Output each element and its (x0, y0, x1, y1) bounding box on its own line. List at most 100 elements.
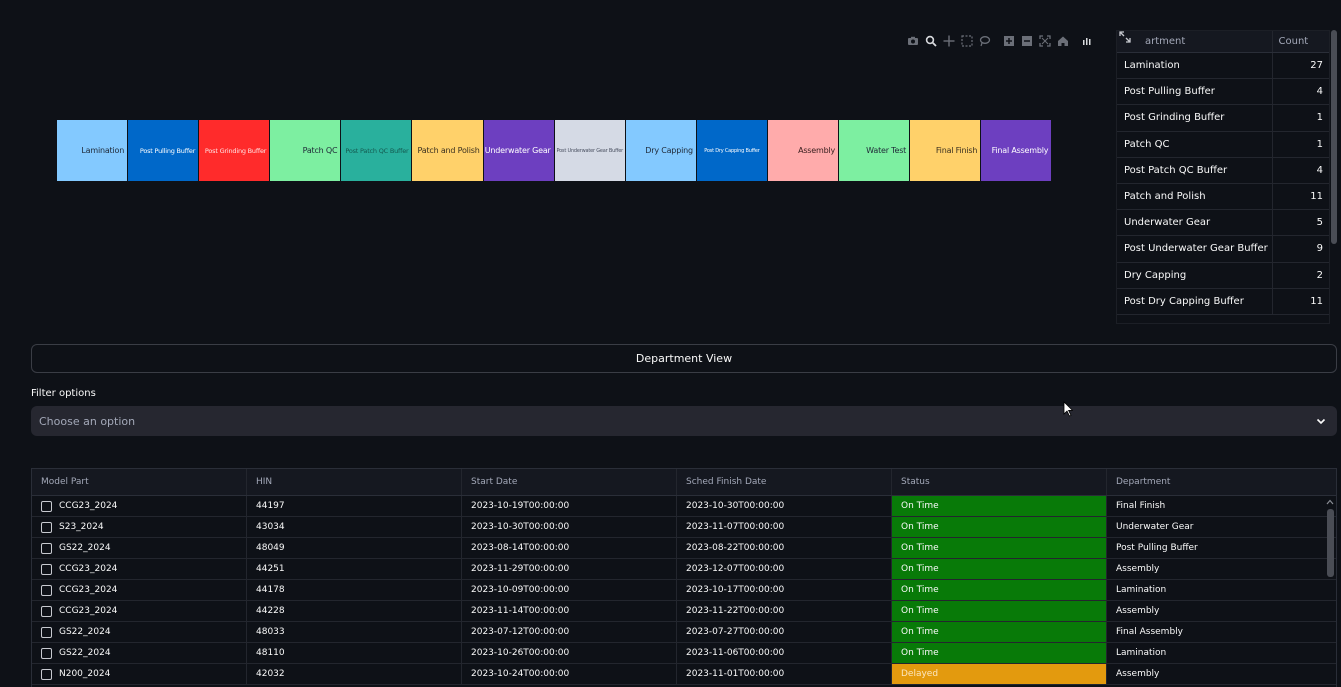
table-row[interactable]: Underwater Gear 5 (1117, 210, 1329, 237)
row-checkbox[interactable] (41, 605, 52, 617)
count-cell: 5 (1316, 217, 1323, 229)
department-cell: Final Assembly (1116, 627, 1183, 637)
status-cell: On Time (892, 601, 1107, 621)
table-row[interactable]: Patch and Polish 11 (1117, 183, 1329, 211)
model-part-cell: S23_2024 (32, 517, 247, 537)
pan-icon[interactable] (940, 33, 958, 49)
table-row[interactable]: Post Pulling Buffer 4 (1117, 79, 1329, 106)
scroll-up-icon[interactable] (1326, 498, 1334, 506)
model-part-text: S23_2024 (59, 522, 104, 532)
department-cell: Patch and Polish (1117, 183, 1273, 210)
treemap-tile[interactable]: Water Test (839, 120, 911, 181)
table-row[interactable]: Post Grinding Buffer 1 (1117, 105, 1329, 132)
row-checkbox[interactable] (41, 500, 52, 512)
hin-cell: 44228 (247, 601, 462, 621)
treemap-tile[interactable]: Post Dry Capping Buffer (696, 120, 768, 181)
treemap-tile[interactable]: Post Patch QC Buffer (341, 120, 413, 181)
table-row[interactable]: Post Dry Capping Buffer 11 (1117, 288, 1329, 315)
department-cell: Lamination (1116, 585, 1167, 595)
start-date-cell: 2023-07-12T00:00:00 (462, 622, 677, 642)
box-select-icon[interactable] (958, 33, 976, 49)
expand-icon[interactable] (1119, 31, 1131, 43)
orders-table: Model Part HIN Start Date Sched Finish Date… (31, 468, 1337, 687)
header-label: Count (1278, 36, 1309, 47)
treemap-tile[interactable]: Post Pulling Buffer (128, 120, 200, 181)
table-row[interactable]: CCG23_2024 44197 2023-10-19T00:00:00 2023-1… (32, 496, 1336, 517)
filter-select[interactable]: Choose an option (31, 406, 1337, 436)
start-date-cell: 2023-11-14T00:00:00 (462, 601, 677, 621)
table-row[interactable]: CCG23_2024 44228 2023-11-14T00:00:00 2023-1… (32, 601, 1336, 622)
treemap-tile[interactable]: Underwater Gear (483, 120, 555, 181)
column-header[interactable]: HIN (247, 469, 462, 495)
header-label: artment (1145, 36, 1186, 47)
table-row[interactable]: S23_2024 43034 2023-10-30T00:00:00 2023-11-… (32, 517, 1336, 538)
department-view-button[interactable]: Department View (31, 344, 1337, 373)
column-header-count[interactable]: Count (1273, 31, 1329, 52)
treemap-tile[interactable]: Patch and Polish (412, 120, 484, 181)
row-checkbox[interactable] (41, 584, 52, 596)
department-cell: Final Finish (1116, 501, 1166, 511)
model-part-text: GS22_2024 (59, 627, 111, 637)
count-cell: 4 (1316, 164, 1323, 176)
column-header-department[interactable]: artment (1117, 31, 1273, 52)
treemap-tile[interactable]: Patch QC (270, 120, 342, 181)
row-checkbox[interactable] (41, 563, 52, 575)
table-row[interactable]: Patch QC 1 (1117, 131, 1329, 158)
count-cell: 2 (1316, 269, 1323, 281)
column-header[interactable]: Start Date (462, 469, 677, 495)
hin-cell: 43034 (247, 517, 462, 537)
treemap-tile[interactable]: Final Assembly (981, 120, 1053, 181)
treemap-tile[interactable]: Post Grinding Buffer (199, 120, 271, 181)
table-row[interactable]: Dry Capping 2 (1117, 262, 1329, 289)
department-cell: Post Pulling Buffer (1117, 79, 1273, 105)
treemap-tile[interactable]: Assembly (767, 120, 840, 181)
column-header[interactable]: Sched Finish Date (677, 469, 892, 495)
row-checkbox[interactable] (41, 521, 52, 533)
table-row[interactable]: CCG23_2024 44251 2023-11-29T00:00:00 2023-1… (32, 559, 1336, 580)
lasso-icon[interactable] (976, 33, 994, 49)
column-header[interactable]: Model Part (32, 469, 247, 495)
treemap-tile[interactable]: Dry Capping (625, 120, 697, 181)
select-placeholder: Choose an option (39, 414, 136, 428)
camera-icon[interactable] (904, 33, 922, 49)
count-cell: 1 (1316, 112, 1323, 124)
zoom-icon[interactable] (922, 33, 940, 49)
table-row[interactable]: N200_2024 42032 2023-10-24T00:00:00 2023-11… (32, 664, 1336, 685)
column-header[interactable]: Department (1107, 469, 1322, 495)
department-cell: Underwater Gear (1116, 522, 1194, 532)
column-header[interactable]: Status (892, 469, 1107, 495)
autoscale-icon[interactable] (1036, 33, 1054, 49)
chevron-down-icon (1316, 418, 1326, 425)
plotly-logo-icon[interactable] (1078, 33, 1096, 49)
model-part-text: CCG23_2024 (59, 564, 118, 574)
row-checkbox[interactable] (41, 626, 52, 638)
table-row[interactable]: CCG23_2024 44178 2023-10-09T00:00:00 2023-1… (32, 580, 1336, 601)
table-row[interactable]: GS22_2024 48033 2023-07-12T00:00:00 2023-07… (32, 622, 1336, 643)
treemap-tile[interactable]: Lamination (57, 120, 129, 181)
table-row[interactable]: GS22_2024 48049 2023-08-14T00:00:00 2023-08… (32, 538, 1336, 559)
row-checkbox[interactable] (41, 668, 52, 680)
department-cell: Post Dry Capping Buffer (1117, 288, 1273, 314)
model-part-cell: GS22_2024 (32, 643, 247, 663)
hin-cell: 44197 (247, 496, 462, 516)
table-row[interactable]: GS22_2024 48110 2023-10-26T00:00:00 2023-11… (32, 643, 1336, 664)
model-part-text: N200_2024 (59, 669, 111, 679)
scrollbar-thumb[interactable] (1327, 509, 1334, 577)
status-cell: On Time (892, 643, 1107, 663)
department-cell: Assembly (1116, 606, 1160, 616)
zoom-out-icon[interactable] (1018, 33, 1036, 49)
scrollbar[interactable] (1331, 30, 1337, 244)
table-row[interactable]: Lamination 27 (1117, 53, 1329, 80)
home-icon[interactable] (1054, 33, 1072, 49)
row-checkbox[interactable] (41, 542, 52, 554)
treemap-tile[interactable]: Post Underwater Gear Buffer (554, 120, 626, 181)
treemap-tile[interactable]: Final Finish (910, 120, 982, 181)
model-part-cell: GS22_2024 (32, 538, 247, 558)
finish-date-cell: 2023-11-22T00:00:00 (677, 601, 892, 621)
row-checkbox[interactable] (41, 647, 52, 659)
scrollbar[interactable] (1324, 497, 1336, 687)
table-row[interactable]: Post Patch QC Buffer 4 (1117, 157, 1329, 184)
zoom-in-icon[interactable] (1000, 33, 1018, 49)
table-row[interactable]: Post Underwater Gear Buffer 9 (1117, 236, 1329, 263)
model-part-cell: CCG23_2024 (32, 559, 247, 579)
